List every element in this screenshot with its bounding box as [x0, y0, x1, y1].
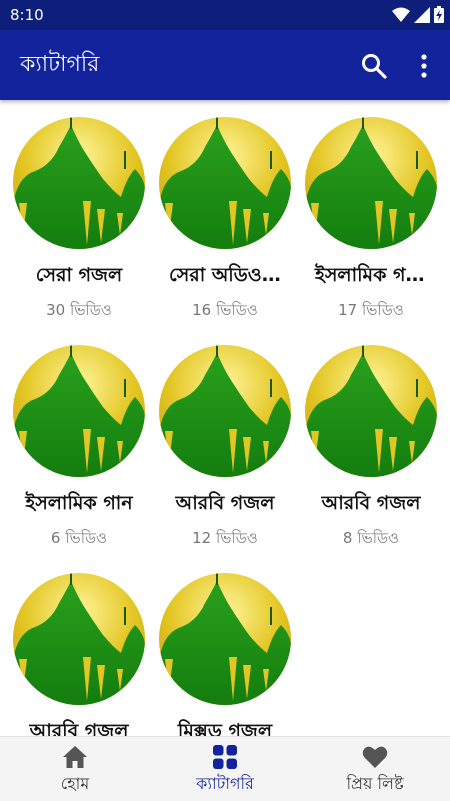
category-thumbnail — [159, 573, 291, 705]
category-name: আরবি গজল — [175, 492, 275, 514]
category-grid-icon — [213, 745, 237, 769]
category-count: 12 ভিডিও — [192, 529, 258, 547]
app-bar: ক্যাটাগরি — [0, 30, 450, 100]
category-thumbnail — [13, 573, 145, 705]
search-icon[interactable] — [360, 52, 388, 80]
category-card[interactable]: সেরা অডিও গজল 16 ভিডিও — [151, 100, 299, 324]
category-count: 6 ভিডিও — [50, 529, 108, 547]
nav-home-label: হোম — [60, 774, 90, 793]
wifi-icon — [392, 7, 410, 22]
category-card[interactable]: আরবি গজল 12 ভিডিও — [151, 328, 299, 552]
category-name: মিক্সড গজল — [177, 720, 273, 736]
category-thumbnail — [305, 117, 437, 249]
category-thumbnail — [13, 117, 145, 249]
category-name: আরবি গজল — [29, 720, 129, 736]
category-name: ইসলামিক গান — [25, 492, 133, 514]
nav-favorites-label: প্রিয় লিষ্ট — [346, 774, 404, 793]
category-name: সেরা গজল — [35, 264, 123, 286]
nav-category-label: ক্যাটাগরি — [196, 774, 254, 793]
category-count: 16 ভিডিও — [192, 301, 258, 319]
status-time: 8:10 — [10, 6, 44, 24]
category-card[interactable]: আরবি গজল 8 ভিডিও — [297, 328, 445, 552]
category-thumbnail — [159, 117, 291, 249]
cellular-signal-icon — [414, 6, 430, 23]
category-name: ইসলামিক গজল — [315, 264, 437, 286]
battery-icon — [434, 6, 444, 23]
category-card[interactable]: আরবি গজল — [5, 556, 153, 736]
more-vert-icon[interactable] — [414, 52, 434, 80]
category-thumbnail — [305, 345, 437, 477]
category-card[interactable]: ইসলামিক গান 6 ভিডিও — [5, 328, 153, 552]
category-count: 30 ভিডিও — [46, 301, 112, 319]
category-thumbnail — [159, 345, 291, 477]
nav-home[interactable]: হোম — [0, 737, 150, 801]
status-icons — [392, 6, 444, 23]
category-name: আরবি গজল — [321, 492, 421, 514]
bottom-navigation: হোম ক্যাটাগরি প্রিয় লিষ্ট — [0, 736, 450, 801]
category-card[interactable]: সেরা গজল 30 ভিডিও — [5, 100, 153, 324]
category-name: সেরা অডিও গজল — [169, 264, 299, 286]
category-count: 8 ভিডিও — [342, 529, 400, 547]
status-bar: 8:10 — [0, 0, 450, 30]
category-card[interactable]: ইসলামিক গজল 17 ভিডিও — [297, 100, 445, 324]
nav-favorites[interactable]: প্রিয় লিষ্ট — [300, 737, 450, 801]
heart-icon — [362, 746, 388, 768]
home-icon — [63, 746, 87, 768]
category-thumbnail — [13, 345, 145, 477]
category-count: 17 ভিডিও — [338, 301, 404, 319]
category-grid: সেরা গজল 30 ভিডিও সেরা অডিও গজল 16 ভিডিও… — [0, 100, 450, 736]
nav-category[interactable]: ক্যাটাগরি — [150, 737, 300, 801]
page-title: ক্যাটাগরি — [20, 52, 100, 77]
category-card[interactable]: মিক্সড গজল — [151, 556, 299, 736]
